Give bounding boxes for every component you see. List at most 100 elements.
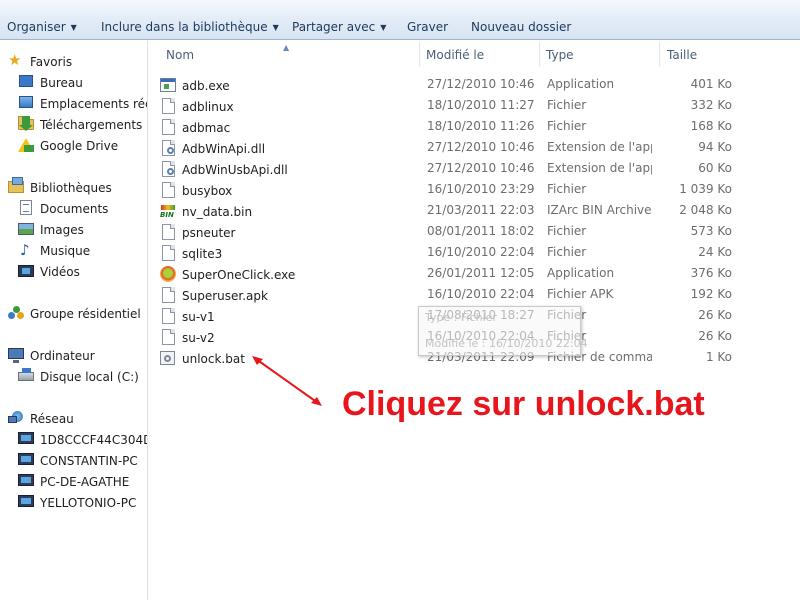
nav-music[interactable]: ♪ Musique	[18, 241, 90, 261]
file-type: Extension de l'app...	[547, 161, 652, 175]
file-name[interactable]: Superuser.apk	[160, 287, 268, 303]
file-name-label: nv_data.bin	[182, 205, 253, 219]
file-name-label: Superuser.apk	[182, 289, 268, 303]
nav-libraries[interactable]: Bibliothèques	[8, 177, 112, 198]
nav-favorites[interactable]: ★ Favoris	[8, 52, 72, 72]
dll-icon	[160, 161, 176, 177]
file-row[interactable]: sqlite3 16/10/2010 22:04 Fichier 24 Ko	[160, 242, 740, 263]
file-icon	[160, 119, 176, 135]
nav-desktop[interactable]: Bureau	[18, 73, 83, 93]
nav-network[interactable]: Réseau	[8, 409, 74, 429]
nav-google-drive-label: Google Drive	[40, 139, 119, 153]
column-header-modified[interactable]: Modifié le	[420, 42, 540, 66]
share-with-menu[interactable]: Partager avec ▼	[292, 20, 386, 34]
file-modified: 26/01/2011 12:05	[427, 266, 535, 280]
file-name[interactable]: sqlite3	[160, 245, 222, 261]
network-computer-icon	[18, 452, 34, 468]
file-name-label: adblinux	[182, 100, 234, 114]
file-row[interactable]: adblinux 18/10/2010 11:27 Fichier 332 Ko	[160, 95, 740, 116]
file-row[interactable]: psneuter 08/01/2011 18:02 Fichier 573 Ko	[160, 221, 740, 242]
file-name[interactable]: adblinux	[160, 98, 234, 114]
file-name[interactable]: su-v1	[160, 308, 215, 324]
file-row[interactable]: BIN nv_data.bin 21/03/2011 22:03 IZArc BIN …	[160, 200, 740, 221]
file-name[interactable]: AdbWinUsbApi.dll	[160, 161, 288, 177]
file-row[interactable]: Superuser.apk 16/10/2010 22:04 Fichier APK…	[160, 284, 740, 305]
file-size: 401 Ko	[690, 77, 732, 91]
file-name[interactable]: BIN nv_data.bin	[160, 203, 252, 219]
nav-network-computer[interactable]: CONSTANTIN-PC	[18, 451, 138, 471]
column-header-type[interactable]: Type	[540, 42, 660, 66]
file-size: 60 Ko	[698, 161, 732, 175]
file-name[interactable]: su-v2	[160, 329, 215, 345]
column-header-name[interactable]: Nom	[160, 42, 420, 66]
nav-videos[interactable]: Vidéos	[18, 262, 80, 282]
organize-menu[interactable]: Organiser ▼	[7, 20, 77, 34]
file-type: IZArc BIN Archive	[547, 203, 652, 217]
file-name-label: adb.exe	[182, 79, 230, 93]
nav-local-disk[interactable]: Disque local (C:)	[18, 367, 139, 387]
music-icon: ♪	[20, 241, 30, 259]
file-name-label: unlock.bat	[182, 352, 245, 366]
file-name-label: AdbWinUsbApi.dll	[182, 163, 288, 177]
file-type: Fichier	[547, 182, 587, 196]
file-icon	[160, 224, 176, 240]
nav-local-disk-label: Disque local (C:)	[40, 370, 139, 384]
nav-recent-places[interactable]: Emplacements récents	[18, 94, 147, 114]
nav-documents[interactable]: Documents	[18, 199, 108, 219]
file-type: Fichier APK	[547, 287, 614, 301]
desktop-icon	[18, 74, 34, 90]
nav-computer[interactable]: Ordinateur	[8, 346, 95, 366]
new-folder-button[interactable]: Nouveau dossier	[471, 20, 571, 34]
navigation-pane: ★ Favoris Bureau Emplacements récents Tél…	[0, 41, 148, 600]
file-row[interactable]: AdbWinUsbApi.dll 27/12/2010 10:46 Extensio…	[160, 158, 740, 179]
file-name[interactable]: AdbWinApi.dll	[160, 140, 265, 156]
column-header-size[interactable]: Taille	[661, 42, 741, 66]
nav-homegroup[interactable]: Groupe résidentiel	[8, 304, 141, 324]
file-icon	[160, 329, 176, 345]
burn-button[interactable]: Graver	[407, 20, 448, 34]
nav-downloads[interactable]: Téléchargements	[18, 115, 142, 135]
file-type: Application	[547, 266, 615, 280]
file-name[interactable]: psneuter	[160, 224, 235, 240]
file-type: Fichier	[547, 98, 587, 112]
chevron-down-icon: ▼	[380, 23, 387, 32]
nav-network-computer[interactable]: YELLOTONIO-PC	[18, 493, 136, 513]
dll-icon	[160, 140, 176, 156]
file-size: 26 Ko	[698, 329, 732, 343]
nav-favorites-label: Favoris	[30, 55, 73, 69]
file-name-label: psneuter	[182, 226, 236, 240]
file-row[interactable]: SuperOneClick.exe 26/01/2011 12:05 Applica…	[160, 263, 740, 284]
file-name-label: AdbWinApi.dll	[182, 142, 266, 156]
file-type: Application	[547, 77, 615, 91]
file-type: Fichier	[547, 224, 587, 238]
nav-desktop-label: Bureau	[40, 76, 83, 90]
file-name[interactable]: busybox	[160, 182, 232, 198]
include-library-label: Inclure dans la bibliothèque	[101, 20, 268, 34]
nav-pictures[interactable]: Images	[18, 220, 84, 240]
file-name[interactable]: adbmac	[160, 119, 230, 135]
file-row[interactable]: AdbWinApi.dll 27/12/2010 10:46 Extension d…	[160, 137, 740, 158]
include-library-menu[interactable]: Inclure dans la bibliothèque ▼	[101, 20, 279, 34]
file-row[interactable]: busybox 16/10/2010 23:29 Fichier 1 039 Ko	[160, 179, 740, 200]
file-size: 332 Ko	[690, 98, 732, 112]
file-modified: 18/10/2010 11:27	[427, 98, 535, 112]
computer-icon	[8, 347, 24, 363]
sort-ascending-icon: ▲	[283, 43, 290, 52]
nav-network-computer[interactable]: 1D8CCCF44C304D5	[18, 430, 147, 450]
file-name-label: adbmac	[182, 121, 231, 135]
file-row[interactable]: adbmac 18/10/2010 11:26 Fichier 168 Ko	[160, 116, 740, 137]
annotation-text: Cliquez sur unlock.bat	[342, 385, 705, 423]
chevron-down-icon: ▼	[272, 23, 279, 32]
nav-google-drive[interactable]: Google Drive	[18, 136, 118, 156]
file-row[interactable]: adb.exe 27/12/2010 10:46 Application 401 Ko	[160, 74, 740, 95]
network-computer-icon	[18, 473, 34, 489]
file-icon	[160, 245, 176, 261]
file-name[interactable]: SuperOneClick.exe	[160, 266, 295, 282]
file-name[interactable]: unlock.bat	[160, 350, 245, 366]
file-icon	[160, 308, 176, 324]
nav-network-computer-label: YELLOTONIO-PC	[40, 496, 137, 510]
nav-network-computer[interactable]: PC-DE-AGATHE	[18, 472, 129, 492]
nav-network-label: Réseau	[30, 412, 74, 426]
file-name[interactable]: adb.exe	[160, 77, 230, 93]
nav-videos-label: Vidéos	[40, 265, 80, 279]
